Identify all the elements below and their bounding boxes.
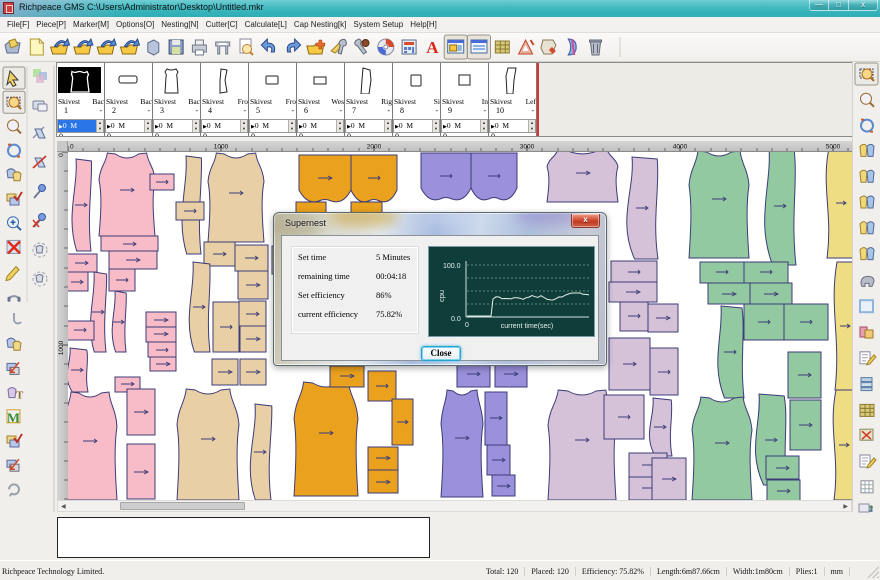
svg-text:M: M <box>7 411 20 426</box>
svg-text:3000: 3000 <box>520 144 535 151</box>
svg-text:0: 0 <box>465 322 469 329</box>
svg-text:0: 0 <box>58 153 65 157</box>
svg-text:T: T <box>16 390 24 402</box>
svg-text:0: 0 <box>70 144 74 151</box>
svg-text:0.0: 0.0 <box>451 316 461 323</box>
svg-text:1000: 1000 <box>58 340 65 355</box>
svg-text:2000: 2000 <box>367 144 382 151</box>
svg-text:A: A <box>426 38 439 57</box>
svg-text:4000: 4000 <box>673 144 688 151</box>
svg-text:1000: 1000 <box>214 144 229 151</box>
svg-text:5000: 5000 <box>826 144 841 151</box>
svg-text:cpu: cpu <box>437 290 446 302</box>
svg-text:100.0: 100.0 <box>443 263 461 270</box>
svg-text:current time(sec): current time(sec) <box>501 323 554 330</box>
